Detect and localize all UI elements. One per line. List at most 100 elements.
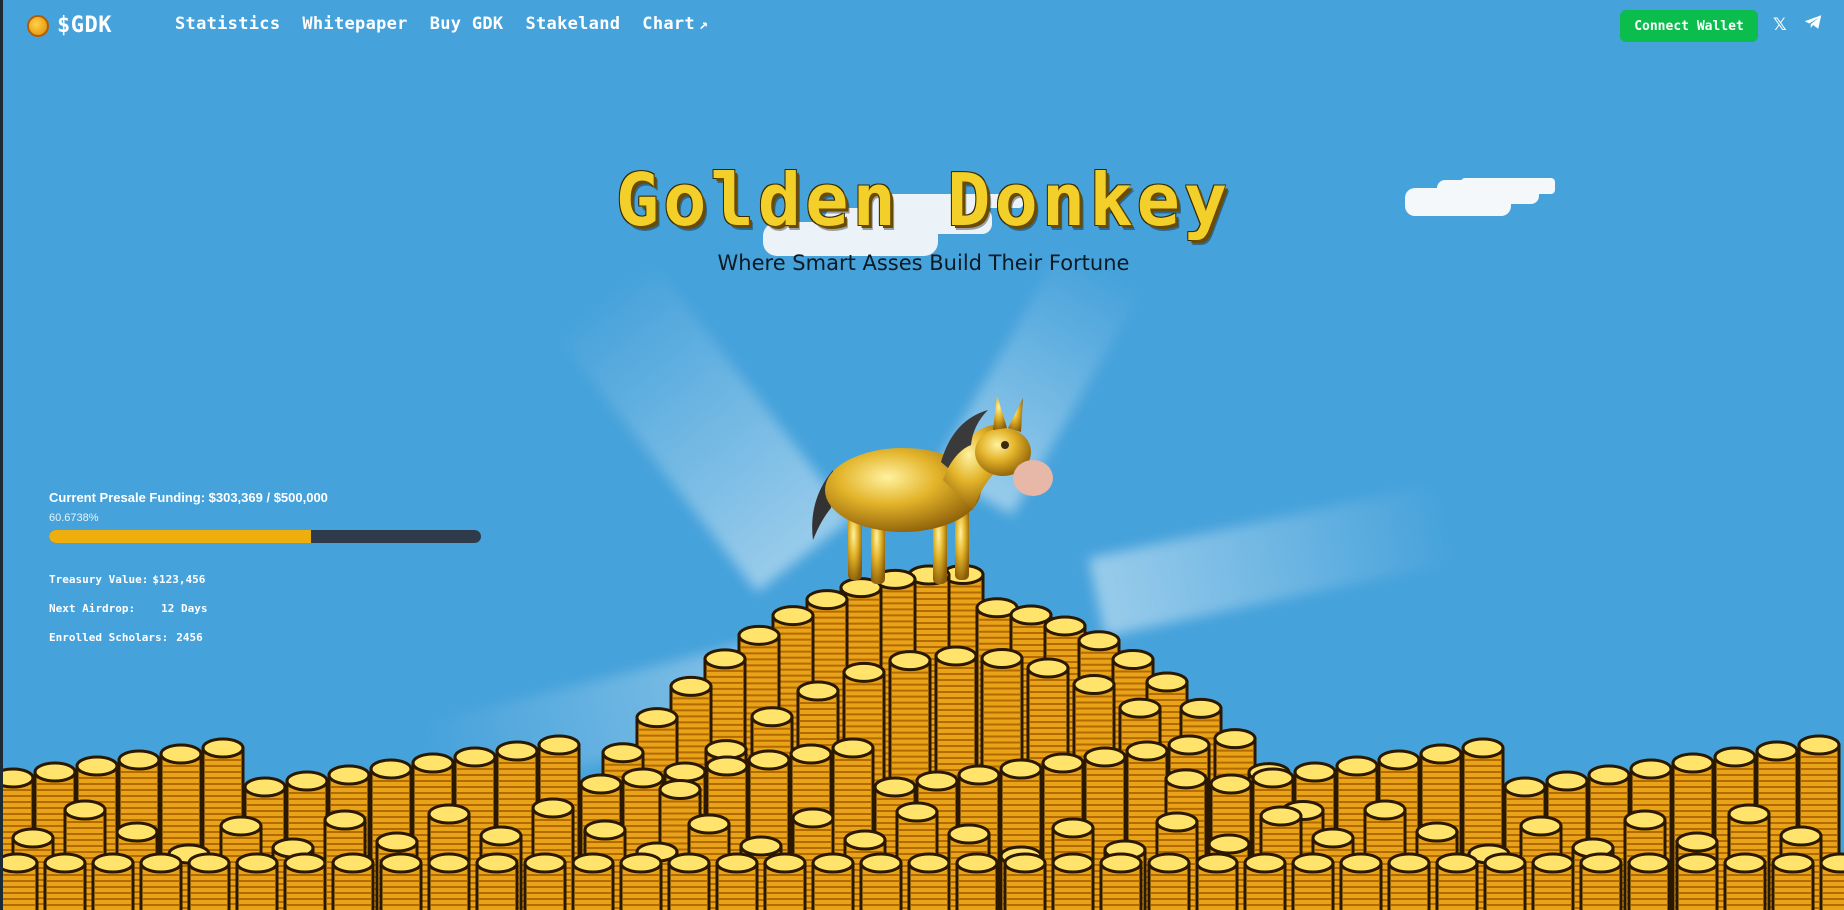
coin-stack — [331, 852, 375, 910]
coin-stack — [1147, 852, 1191, 910]
top-nav: $GDK Statistics Whitepaper Buy GDK Stake… — [3, 0, 1844, 52]
coin-stack — [619, 852, 663, 910]
nav-link-buy-gdk[interactable]: Buy GDK — [430, 14, 504, 34]
coin-stack — [1259, 805, 1303, 910]
coin-stack — [327, 764, 371, 910]
coin-logo-icon — [27, 14, 49, 37]
coin-stack — [1629, 758, 1673, 910]
coin-stack — [139, 852, 183, 910]
coin-stack — [1041, 752, 1085, 910]
coin-stack — [704, 739, 748, 910]
stat-label: Enrolled Scholars: — [49, 631, 169, 644]
coin-stack — [1281, 800, 1325, 910]
coin-stack — [167, 843, 211, 910]
brand-logo[interactable]: $GDK — [27, 13, 112, 38]
coin-stack — [789, 743, 833, 910]
coin-stack — [1483, 852, 1527, 910]
coin-stack — [705, 755, 749, 910]
connect-wallet-button[interactable]: Connect Wallet — [1620, 10, 1758, 42]
coin-stack — [43, 852, 87, 910]
nav-link-stakeland[interactable]: Stakeland — [525, 14, 620, 34]
coin-stack — [427, 803, 471, 910]
nav-link-chart-label: Chart — [642, 14, 695, 34]
coin-stack — [3, 852, 39, 910]
coin-stack — [1243, 852, 1287, 910]
coin-stack — [219, 815, 263, 910]
coin-stack — [1103, 839, 1147, 910]
presale-progress-fill — [49, 530, 312, 543]
coin-stack — [895, 801, 939, 910]
golden-donkey-illustration — [812, 395, 1053, 584]
coin-stack — [1247, 762, 1291, 910]
coin-stack — [427, 852, 471, 910]
coin-stack — [1251, 767, 1295, 910]
coin-stack — [1118, 697, 1162, 910]
coin-stack — [1291, 852, 1335, 910]
stats-list: Treasury Value: $123,456 Next Airdrop: 1… — [49, 573, 489, 660]
coin-stack — [3, 767, 35, 910]
coin-stack — [235, 852, 279, 910]
coin-stack — [811, 852, 855, 910]
coin-stack — [33, 761, 77, 910]
coin-stack — [1077, 630, 1121, 910]
coin-stack — [999, 758, 1043, 910]
coin-stack — [1311, 827, 1355, 910]
nav-link-statistics[interactable]: Statistics — [175, 14, 280, 34]
coin-stack — [1293, 761, 1337, 910]
coin-stack — [323, 809, 367, 910]
coin-stack — [839, 577, 883, 910]
coin-stack — [285, 770, 329, 910]
coin-stack — [1164, 768, 1208, 910]
coin-stack — [1179, 697, 1223, 910]
coin-stack — [1377, 749, 1421, 910]
coin-stack — [1213, 728, 1257, 910]
coin-stack — [1145, 671, 1189, 910]
presale-progress-bar — [49, 530, 481, 543]
coin-stack — [1579, 852, 1623, 910]
light-beam — [418, 637, 788, 803]
coin-stack — [1503, 776, 1547, 910]
stat-value: 2456 — [176, 631, 203, 644]
coin-stack — [907, 564, 951, 910]
telegram-icon[interactable] — [1804, 14, 1822, 36]
coin-stack — [1419, 743, 1463, 910]
coin-stack — [1723, 852, 1767, 910]
coin-stack — [635, 841, 679, 910]
coin-stack — [667, 852, 711, 910]
light-beam — [1088, 483, 1458, 637]
coin-stack — [115, 821, 159, 910]
stat-value: 12 Days — [161, 602, 208, 615]
coin-stack — [375, 831, 419, 910]
coin-stack — [1003, 852, 1047, 910]
coin-stack — [1571, 837, 1615, 910]
presale-percent: 60.6738% — [49, 512, 99, 524]
coin-stack — [715, 852, 759, 910]
coin-stack — [663, 761, 707, 910]
hero-title: Golden Donkey — [615, 158, 1232, 242]
coin-stack — [957, 764, 1001, 910]
coin-stack — [1461, 737, 1505, 910]
nav-link-chart[interactable]: Chart ↗ — [642, 14, 708, 34]
coin-stack — [1435, 852, 1479, 910]
stat-label: Next Airdrop: — [49, 602, 136, 615]
coin-stack — [1339, 852, 1383, 910]
nav-link-whitepaper[interactable]: Whitepaper — [302, 14, 407, 34]
coin-stack — [1771, 852, 1815, 910]
coin-stack — [843, 829, 887, 910]
coin-stack — [1519, 815, 1563, 910]
stat-row-treasury: Treasury Value: $123,456 — [49, 573, 489, 602]
coin-stack — [1072, 674, 1116, 910]
coin-stack — [975, 597, 1019, 910]
coin-stack — [1051, 817, 1095, 910]
stat-row-airdrop: Next Airdrop: 12 Days — [49, 602, 489, 631]
x-icon[interactable]: 𝕏 — [1773, 14, 1787, 36]
coin-stack — [1545, 770, 1589, 910]
coin-stack — [91, 852, 135, 910]
coin-stack — [1051, 852, 1095, 910]
coin-stack — [601, 742, 645, 910]
coin-stack — [687, 813, 731, 910]
nav-menu: Statistics Whitepaper Buy GDK Stakeland … — [175, 14, 708, 34]
coin-stack — [763, 852, 807, 910]
coin-stack — [187, 852, 231, 910]
coin-stack — [1797, 734, 1841, 910]
